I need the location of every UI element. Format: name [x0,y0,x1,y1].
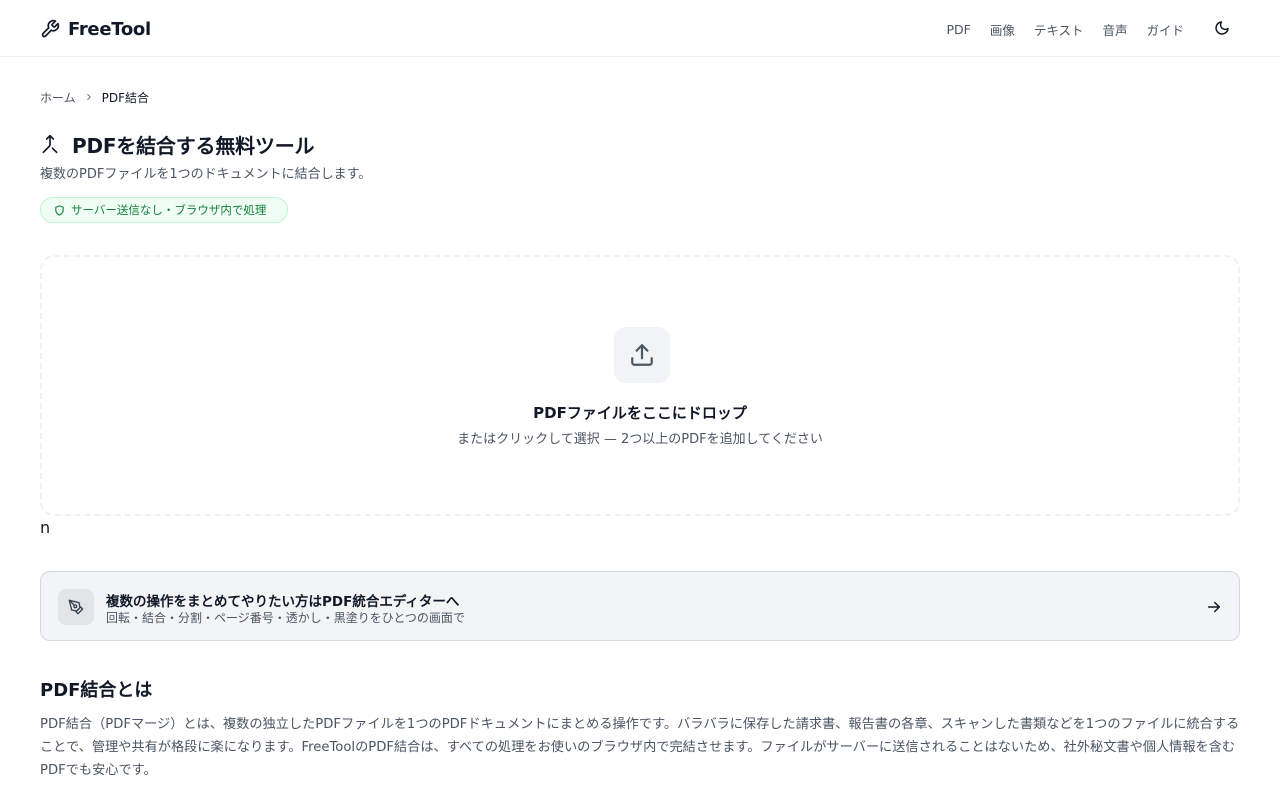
merge-icon [40,133,60,155]
editor-banner-subtitle: 回転・結合・分割・ページ番号・透かし・黒塗りをひとつの画面で [106,611,465,625]
moon-icon [1214,20,1230,36]
section-body: PDF結合（PDFマージ）とは、複数の独立したPDFファイルを1つのPDFドキュ… [40,717,1240,778]
site-header: FreeTool PDF 画像 テキスト 音声 ガイド [0,0,1280,57]
nav-item-text[interactable]: テキスト [1034,20,1084,39]
privacy-badge: サーバー送信なし・ブラウザ内で処理 [40,197,288,223]
pdf-dropzone[interactable]: PDFファイルをここにドロップ またはクリックして選択 — 2つ以上のPDFを追… [40,255,1240,516]
logo-text: FreeTool [68,18,151,40]
nav-item-guide[interactable]: ガイド [1146,20,1184,39]
page-title-row: PDFを結合する無料ツール [40,129,315,159]
nav-item-pdf[interactable]: PDF [946,22,970,37]
dropzone-subtitle: またはクリックして選択 — 2つ以上のPDFを追加してください [457,432,823,447]
stray-text: n [40,518,51,537]
arrow-right-icon [1205,598,1223,616]
breadcrumb: ホーム PDF結合 [40,89,149,105]
upload-icon [614,327,670,383]
main-nav: PDF 画像 テキスト 音声 ガイド [946,19,1184,39]
shield-icon [54,204,65,216]
editor-banner-title: 複数の操作をまとめてやりたい方はPDF統合エディターへ [106,594,460,610]
section-heading: PDF結合とは [40,680,153,701]
theme-toggle-button[interactable] [1212,18,1232,38]
privacy-badge-label: サーバー送信なし・ブラウザ内で処理 [71,203,267,217]
pen-tool-icon [58,589,94,625]
nav-item-image[interactable]: 画像 [990,20,1015,39]
page-title: PDFを結合する無料ツール [72,133,315,158]
editor-banner-link[interactable]: 複数の操作をまとめてやりたい方はPDF統合エディターへ 回転・結合・分割・ページ… [40,571,1240,641]
breadcrumb-current: PDF結合 [101,90,150,105]
nav-item-audio[interactable]: 音声 [1102,20,1127,39]
wrench-icon [40,19,60,39]
site-logo[interactable]: FreeTool [40,17,151,41]
page-subtitle: 複数のPDFファイルを1つのドキュメントに結合します。 [40,167,372,182]
chevron-right-icon [84,92,94,102]
breadcrumb-home[interactable]: ホーム [40,89,76,106]
dropzone-title: PDFファイルをここにドロップ [533,404,747,422]
